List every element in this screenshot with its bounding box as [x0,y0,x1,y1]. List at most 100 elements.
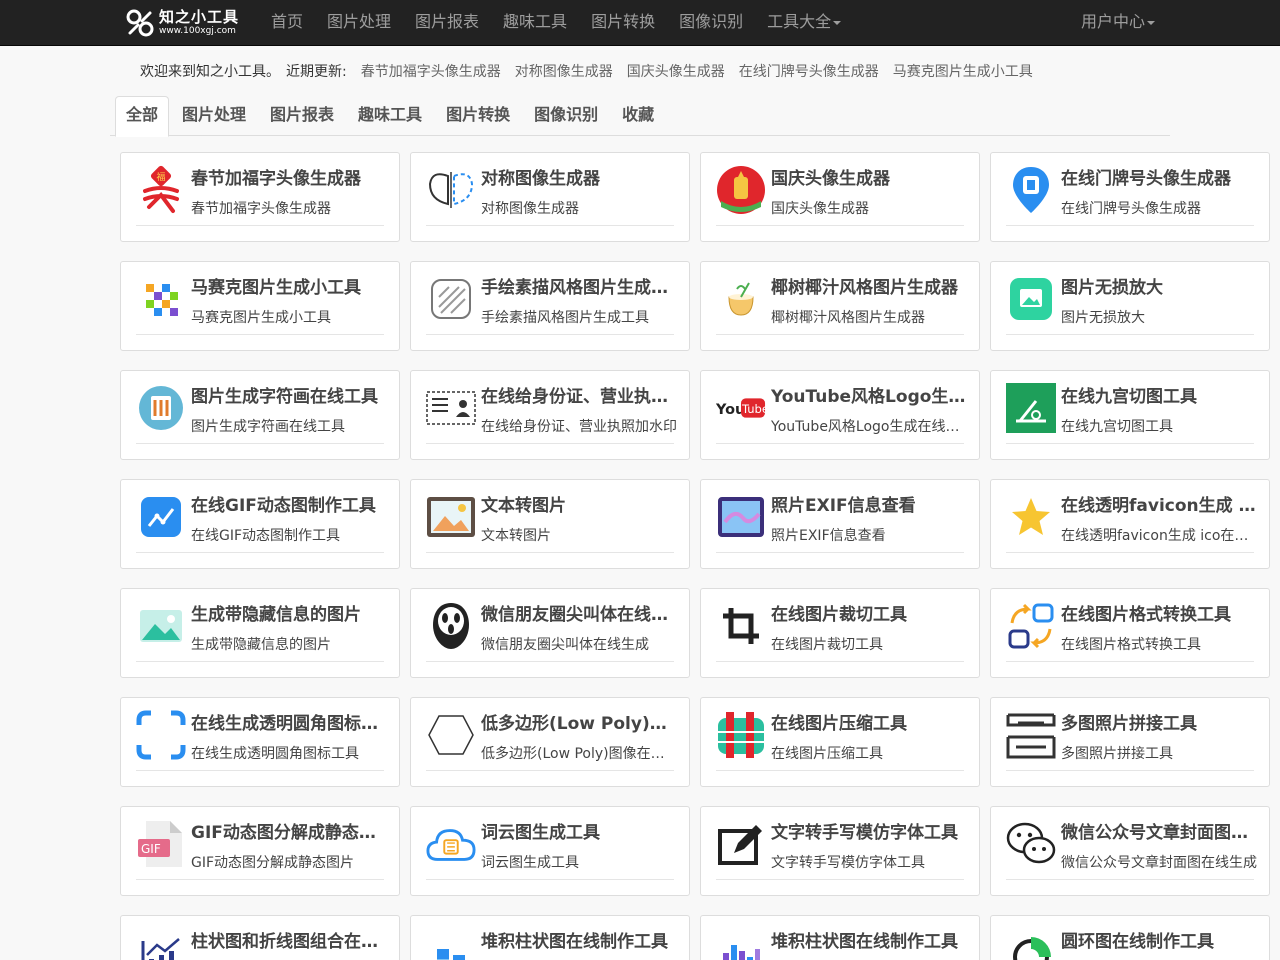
tool-title[interactable]: 在线图片裁切工具 [771,600,967,625]
photo-exif-icon [716,492,766,542]
tab-image-convert[interactable]: 图片转换 [435,96,521,136]
tool-card[interactable]: 在线九宫切图工具 在线九宫切图工具 [990,370,1270,460]
tool-title[interactable]: 微信朋友圈尖叫体在线生成 [481,600,677,625]
tool-card[interactable]: 微信公众号文章封面图在线生成微信公众号文章封面图在线生成 [990,806,1270,896]
tool-card[interactable]: 低多边形(Low Poly)图像在线生成低多边形(Low Poly)图像在线生成 [410,697,690,787]
tool-title[interactable]: 在线图片格式转换工具 [1061,600,1257,625]
map-pin-icon [1006,165,1056,215]
recent-update-link[interactable]: 马赛克图片生成小工具 [893,61,1033,81]
tool-card[interactable]: 在线给身份证、营业执照加水印在线给身份证、营业执照加水印 [410,370,690,460]
tool-title[interactable]: 柱状图和折线图组合在线制作 [191,927,387,952]
caret-down-icon [1147,20,1155,25]
tool-title[interactable]: 手绘素描风格图片生成工具 [481,273,677,298]
tool-title[interactable]: GIF动态图分解成静态图片 [191,818,387,843]
nav-image-report[interactable]: 图片报表 [403,0,491,46]
tab-image-recognition[interactable]: 图像识别 [523,96,609,136]
tool-card[interactable]: 文字转手写模仿字体工具 文字转手写模仿字体工具 [700,806,980,896]
tool-card[interactable]: 圆环图在线制作工具圆环图在线制作工具 [990,915,1270,960]
tool-title[interactable]: 生成带隐藏信息的图片 [191,600,387,625]
tool-card[interactable]: 在线图片裁切工具 在线图片裁切工具 [700,588,980,678]
tool-card[interactable]: 对称图像生成器 对称图像生成器 [410,152,690,242]
tool-card[interactable]: 照片EXIF信息查看 照片EXIF信息查看 [700,479,980,569]
user-center-label: 用户中心 [1080,12,1145,31]
card-divider [426,661,674,662]
tool-card[interactable]: 图片无损放大 图片无损放大 [990,261,1270,351]
tool-title[interactable]: YouTube风格Logo生成在线工具 [771,382,967,407]
tab-image-processing[interactable]: 图片处理 [171,96,257,136]
tool-description: GIF动态图分解成静态图片 [191,855,355,871]
tool-card[interactable]: 在线透明favicon生成 ico在线制作在线透明favicon生成 ico在线… [990,479,1270,569]
tool-title[interactable]: 在线门牌号头像生成器 [1061,164,1257,189]
tool-title[interactable]: 在线透明favicon生成 ico在线制作 [1061,491,1257,516]
nav-image-processing[interactable]: 图片处理 [315,0,403,46]
tool-title[interactable]: 在线GIF动态图制作工具 [191,491,387,516]
tool-title[interactable]: 文字转手写模仿字体工具 [771,818,967,843]
tool-title[interactable]: 文本转图片 [481,491,677,516]
tool-card[interactable]: 在线图片压缩工具 在线图片压缩工具 [700,697,980,787]
tool-title[interactable]: 马赛克图片生成小工具 [191,273,387,298]
tool-card[interactable]: 福春节加福字头像生成器 春节加福字头像生成器 [120,152,400,242]
tab-favorites[interactable]: 收藏 [611,96,665,136]
tool-title[interactable]: 在线给身份证、营业执照加水印 [481,382,677,407]
tool-card[interactable]: 堆积柱状图在线制作工具堆积柱状图在线制作工具 [700,915,980,960]
brand-logo[interactable]: 知之小工具 www.100xgj.com [125,0,265,46]
tool-title[interactable]: 在线生成透明圆角图标工具 [191,709,387,734]
tool-card[interactable]: 在线门牌号头像生成器 在线门牌号头像生成器 [990,152,1270,242]
tool-title[interactable]: 微信公众号文章封面图在线生成 [1061,818,1257,843]
tool-title[interactable]: 低多边形(Low Poly)图像在线生成 [481,709,677,734]
tool-card[interactable]: 在线GIF动态图制作工具 在线GIF动态图制作工具 [120,479,400,569]
tool-title[interactable]: 堆积柱状图在线制作工具 [771,927,967,952]
tool-title[interactable]: 在线九宫切图工具 [1061,382,1257,407]
hexagon-icon [426,710,476,760]
tool-card[interactable]: 柱状图和折线图组合在线制作柱状图和折线图组合在线制作 [120,915,400,960]
image-enlarge-icon [1006,274,1056,324]
tab-all[interactable]: 全部 [115,96,170,137]
tool-title[interactable]: 对称图像生成器 [481,164,677,189]
tool-title[interactable]: 国庆头像生成器 [771,164,967,189]
tab-image-report[interactable]: 图片报表 [259,96,345,136]
tool-title[interactable]: 多图照片拼接工具 [1061,709,1257,734]
tool-title[interactable]: 图片无损放大 [1061,273,1257,298]
tool-card[interactable]: 微信朋友圈尖叫体在线生成 微信朋友圈尖叫体在线生成 [410,588,690,678]
ascii-art-icon [136,383,186,433]
tool-card[interactable]: 在线生成透明圆角图标工具 在线生成透明圆角图标工具 [120,697,400,787]
tab-fun-tools[interactable]: 趣味工具 [347,96,433,136]
tool-card[interactable]: 在线图片格式转换工具 在线图片格式转换工具 [990,588,1270,678]
tool-card[interactable]: 堆积柱状图在线制作工具堆积柱状图在线制作工具 [410,915,690,960]
tool-card[interactable]: 椰树椰汁风格图片生成器 椰树椰汁风格图片生成器 [700,261,980,351]
tool-title[interactable]: 图片生成字符画在线工具 [191,382,387,407]
main-container: 欢迎来到知之小工具。 近期更新: 春节加福字头像生成器 对称图像生成器 国庆头像… [55,46,1270,960]
nav-image-recognition[interactable]: 图像识别 [667,0,755,46]
card-divider [136,879,384,880]
tool-card[interactable]: 马赛克图片生成小工具 马赛克图片生成小工具 [120,261,400,351]
tool-card[interactable]: 生成带隐藏信息的图片 生成带隐藏信息的图片 [120,588,400,678]
tool-title[interactable]: 词云图生成工具 [481,818,677,843]
brand-url: www.100xgj.com [159,26,236,36]
tool-title[interactable]: 照片EXIF信息查看 [771,491,967,516]
tool-card[interactable]: GIF GIF动态图分解成静态图片 GIF动态图分解成静态图片 [120,806,400,896]
tool-title[interactable]: 在线图片压缩工具 [771,709,967,734]
recent-update-link[interactable]: 国庆头像生成器 [627,61,725,81]
tool-card[interactable]: 图片生成字符画在线工具 图片生成字符画在线工具 [120,370,400,460]
nav-all-tools-dropdown[interactable]: 工具大全 [755,0,853,46]
tool-title[interactable]: 椰树椰汁风格图片生成器 [771,273,967,298]
tool-card[interactable]: 手绘素描风格图片生成工具 手绘素描风格图片生成工具 [410,261,690,351]
tool-title[interactable]: 春节加福字头像生成器 [191,164,387,189]
tool-title[interactable]: 圆环图在线制作工具 [1061,927,1257,952]
recent-update-link[interactable]: 在线门牌号头像生成器 [739,61,879,81]
recent-update-link[interactable]: 对称图像生成器 [515,61,613,81]
tool-card[interactable]: 多图照片拼接工具 多图照片拼接工具 [990,697,1270,787]
tool-description: 对称图像生成器 [481,201,579,217]
tool-title[interactable]: 堆积柱状图在线制作工具 [481,927,677,952]
card-divider [136,661,384,662]
user-center-dropdown[interactable]: 用户中心 [1081,0,1155,44]
nav-home[interactable]: 首页 [265,0,315,46]
tool-card[interactable]: YouTubeYouTube风格Logo生成在线工具YouTube风格Logo生… [700,370,980,460]
recent-update-link[interactable]: 春节加福字头像生成器 [361,61,501,81]
card-divider [716,334,964,335]
nav-fun-tools[interactable]: 趣味工具 [491,0,579,46]
tool-card[interactable]: 文本转图片 文本转图片 [410,479,690,569]
nav-image-convert[interactable]: 图片转换 [579,0,667,46]
tool-card[interactable]: 词云图生成工具 词云图生成工具 [410,806,690,896]
tool-card[interactable]: 国庆头像生成器 国庆头像生成器 [700,152,980,242]
